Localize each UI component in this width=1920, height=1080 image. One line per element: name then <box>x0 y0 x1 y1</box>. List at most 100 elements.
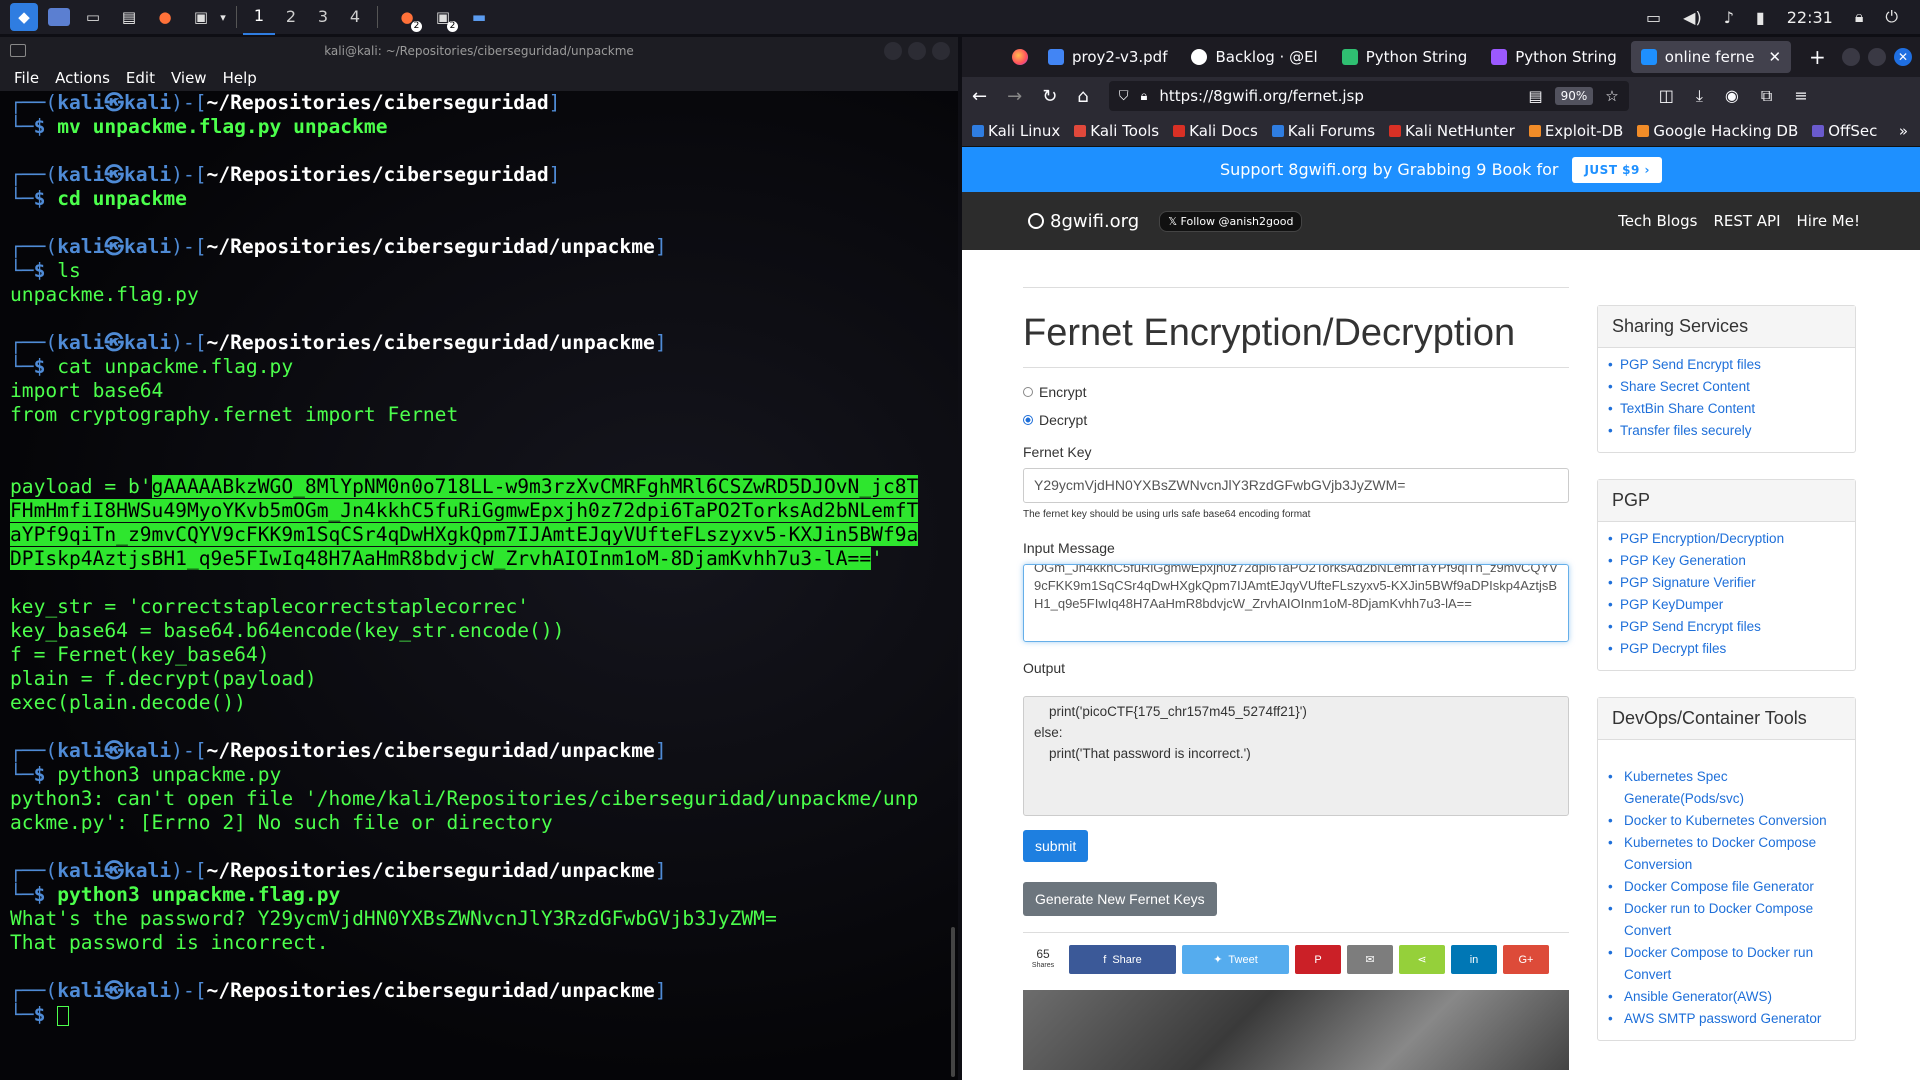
sidebar-link[interactable]: Docker Compose file Generator <box>1608 876 1845 898</box>
pocket-icon[interactable]: ◫ <box>1659 86 1674 106</box>
menu-view[interactable]: View <box>171 69 207 87</box>
input-message-textarea[interactable]: OGm_Jn4kkhC5fuRiGgmwEpxjh0z72dpi6TaPO2To… <box>1023 564 1569 642</box>
sidebar-link[interactable]: Share Secret Content <box>1608 376 1845 398</box>
show-desktop-icon[interactable] <box>48 8 70 26</box>
command-line[interactable]: └─$ <box>10 1003 948 1027</box>
bookmark-star-icon[interactable]: ☆ <box>1605 87 1618 105</box>
tab-online-fernet[interactable]: online ferne ✕ <box>1630 41 1792 73</box>
file-manager-icon[interactable]: ▭ <box>80 4 106 30</box>
terminal-launcher-icon[interactable]: ▣ <box>188 4 214 30</box>
close-button[interactable]: ✕ <box>1894 48 1912 66</box>
sidebar-link[interactable]: PGP KeyDumper <box>1608 594 1845 616</box>
twitter-share-button[interactable]: ✦ Tweet <box>1182 945 1289 974</box>
sidebar-link[interactable]: PGP Signature Verifier <box>1608 572 1845 594</box>
radio-button[interactable] <box>1023 387 1033 397</box>
new-tab-button[interactable]: + <box>1809 45 1826 69</box>
sharethis-button[interactable]: ⋖ <box>1399 945 1445 974</box>
sidebar-link[interactable]: Ansible Generator(AWS) <box>1608 986 1845 1008</box>
tab-backlog[interactable]: Backlog · @El <box>1181 41 1327 73</box>
power-icon[interactable]: ⏻ <box>1885 7 1898 27</box>
workspace-4[interactable]: 4 <box>339 0 371 34</box>
bookmark-exploit-db[interactable]: Exploit-DB <box>1528 122 1623 140</box>
tab-proy2[interactable]: proy2-v3.pdf <box>1038 41 1177 73</box>
terminal-scrollbar[interactable] <box>951 927 955 1077</box>
minimize-button[interactable] <box>1842 48 1860 66</box>
downloads-icon[interactable]: ⤓ <box>1696 86 1703 106</box>
zoom-level[interactable]: 90% <box>1554 87 1594 105</box>
reload-icon[interactable]: ↻ <box>1042 86 1057 107</box>
linkedin-button[interactable]: in <box>1451 945 1497 974</box>
bookmark-kali-docs[interactable]: Kali Docs <box>1173 122 1258 140</box>
sidebar-link[interactable]: Docker to Kubernetes Conversion <box>1608 810 1845 832</box>
sidebar-link[interactable]: PGP Key Generation <box>1608 550 1845 572</box>
taskbar-terminal-icon[interactable]: ▣ 2 <box>430 4 458 32</box>
bookmark-offsec[interactable]: OffSec <box>1812 122 1877 140</box>
back-icon[interactable]: ← <box>972 86 987 107</box>
sidebar-link[interactable]: PGP Encryption/Decryption <box>1608 528 1845 550</box>
extensions-icon[interactable]: ⧉ <box>1761 86 1772 106</box>
sidebar-link[interactable]: Kubernetes Spec Generate(Pods/svc) <box>1608 766 1845 810</box>
firefox-icon[interactable]: ● <box>152 4 178 30</box>
lock-icon[interactable]: 🔒︎ <box>1855 7 1864 27</box>
google-plus-button[interactable]: G+ <box>1503 945 1549 974</box>
taskbar-folder-icon[interactable]: ▬ <box>466 4 492 30</box>
bookmark-google-hacking-db[interactable]: Google Hacking DB <box>1637 122 1798 140</box>
url-bar[interactable]: ⛉ 🔒︎ https://8gwifi.org/fernet.jsp ▤ 90%… <box>1108 81 1629 111</box>
x-follow-button[interactable]: 𝕏 Follow @anish2good <box>1159 210 1303 232</box>
radio-decrypt[interactable]: Decrypt <box>1023 412 1569 428</box>
nav-rest-api[interactable]: REST API <box>1713 212 1780 230</box>
reader-view-icon[interactable]: ▤ <box>1528 87 1542 105</box>
sidebar-link[interactable]: PGP Decrypt files <box>1608 638 1845 660</box>
sidebar-link[interactable]: Docker run to Docker Compose Convert <box>1608 898 1845 942</box>
maximize-button[interactable] <box>1868 48 1886 66</box>
promo-button[interactable]: JUST $9 › <box>1572 156 1663 183</box>
menu-actions[interactable]: Actions <box>55 69 110 87</box>
workspace-1[interactable]: 1 <box>243 0 275 35</box>
volume-icon[interactable]: ◀) <box>1683 8 1702 27</box>
account-icon[interactable]: ◉ <box>1725 86 1739 106</box>
forward-icon[interactable]: → <box>1007 86 1022 107</box>
text-editor-icon[interactable]: ▤ <box>116 4 142 30</box>
fernet-key-input[interactable]: Y29ycmVjdHN0YXBsZWNvcnJlY3RzdGFwbGVjb3Jy… <box>1023 468 1569 503</box>
sidebar-link[interactable]: Transfer files securely <box>1608 420 1845 442</box>
notifications-icon[interactable]: ♪ <box>1724 8 1734 27</box>
radio-button-selected[interactable] <box>1023 415 1033 425</box>
sidebar-link[interactable]: AWS SMTP password Generator <box>1608 1008 1845 1030</box>
bookmark-kali-forums[interactable]: Kali Forums <box>1271 122 1375 140</box>
terminal-output[interactable]: ┌──(kali㉿kali)-[~/Repositories/cibersegu… <box>0 91 958 1080</box>
bookmark-kali-linux[interactable]: Kali Linux <box>972 122 1060 140</box>
shield-icon[interactable]: ⛉ <box>1119 89 1129 104</box>
site-brand[interactable]: 8gwifi.org <box>1028 211 1139 232</box>
taskbar-firefox-icon[interactable]: ● 2 <box>394 4 422 32</box>
battery-icon[interactable]: ▮ <box>1756 8 1765 27</box>
url-text[interactable]: https://8gwifi.org/fernet.jsp <box>1159 87 1516 105</box>
generate-keys-button[interactable]: Generate New Fernet Keys <box>1023 882 1217 916</box>
menu-help[interactable]: Help <box>223 69 257 87</box>
menu-file[interactable]: File <box>14 69 39 87</box>
output-textarea[interactable]: print('picoCTF{175_chr157m45_5274ff21}')… <box>1023 696 1569 816</box>
bookmark-kali-tools[interactable]: Kali Tools <box>1074 122 1159 140</box>
sidebar-link[interactable]: Docker Compose to Docker run Convert <box>1608 942 1845 986</box>
minimize-button[interactable] <box>884 42 902 60</box>
radio-encrypt[interactable]: Encrypt <box>1023 384 1569 400</box>
screen-icon[interactable]: ▭ <box>1646 8 1661 27</box>
chevron-down-icon[interactable]: ▾ <box>216 4 230 30</box>
tab-python-string-1[interactable]: Python String <box>1332 41 1478 73</box>
sidebar-link[interactable]: TextBin Share Content <box>1608 398 1845 420</box>
pinterest-button[interactable]: P <box>1295 945 1341 974</box>
sidebar-link[interactable]: PGP Send Encrypt files <box>1608 616 1845 638</box>
menu-edit[interactable]: Edit <box>126 69 155 87</box>
submit-button[interactable]: submit <box>1023 830 1089 862</box>
close-icon[interactable]: ✕ <box>1768 48 1781 66</box>
lock-icon[interactable]: 🔒︎ <box>1140 89 1147 104</box>
workspace-2[interactable]: 2 <box>275 0 307 34</box>
facebook-share-button[interactable]: f Share <box>1069 945 1176 974</box>
home-icon[interactable]: ⌂ <box>1077 86 1088 107</box>
sidebar-link[interactable]: Kubernetes to Docker Compose Conversion <box>1608 832 1845 876</box>
bookmarks-overflow-icon[interactable]: » <box>1899 122 1920 140</box>
menu-icon[interactable]: ≡ <box>1794 86 1807 106</box>
sidebar-link[interactable]: PGP Send Encrypt files <box>1608 354 1845 376</box>
close-button[interactable] <box>932 42 950 60</box>
maximize-button[interactable] <box>908 42 926 60</box>
firefox-view-icon[interactable] <box>1012 49 1028 65</box>
